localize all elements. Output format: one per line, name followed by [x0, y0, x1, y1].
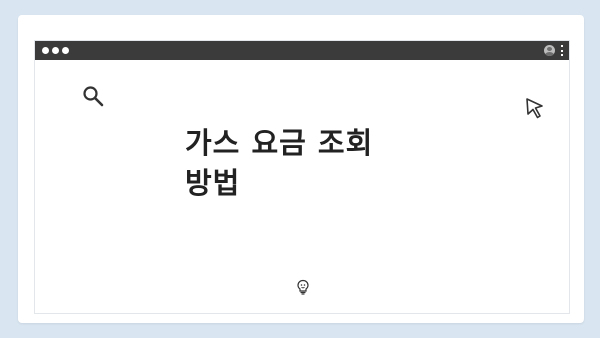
- window-dot[interactable]: [52, 47, 59, 54]
- page-title: 가스 요금 조회 방법: [185, 123, 445, 203]
- browser-titlebar: [35, 41, 569, 60]
- profile-icon[interactable]: [544, 45, 555, 56]
- page-title-line-1: 가스 요금 조회: [185, 126, 374, 160]
- window-controls: [42, 47, 69, 54]
- window-dot[interactable]: [42, 47, 49, 54]
- search-icon: [83, 86, 104, 107]
- cursor-icon: [526, 98, 543, 119]
- window-dot[interactable]: [62, 47, 69, 54]
- page-title-line-2: 방법: [185, 166, 241, 200]
- browser-window: 가스 요금 조회 방법: [34, 40, 570, 314]
- lightbulb-icon: [297, 279, 309, 295]
- menu-icon[interactable]: [561, 45, 564, 56]
